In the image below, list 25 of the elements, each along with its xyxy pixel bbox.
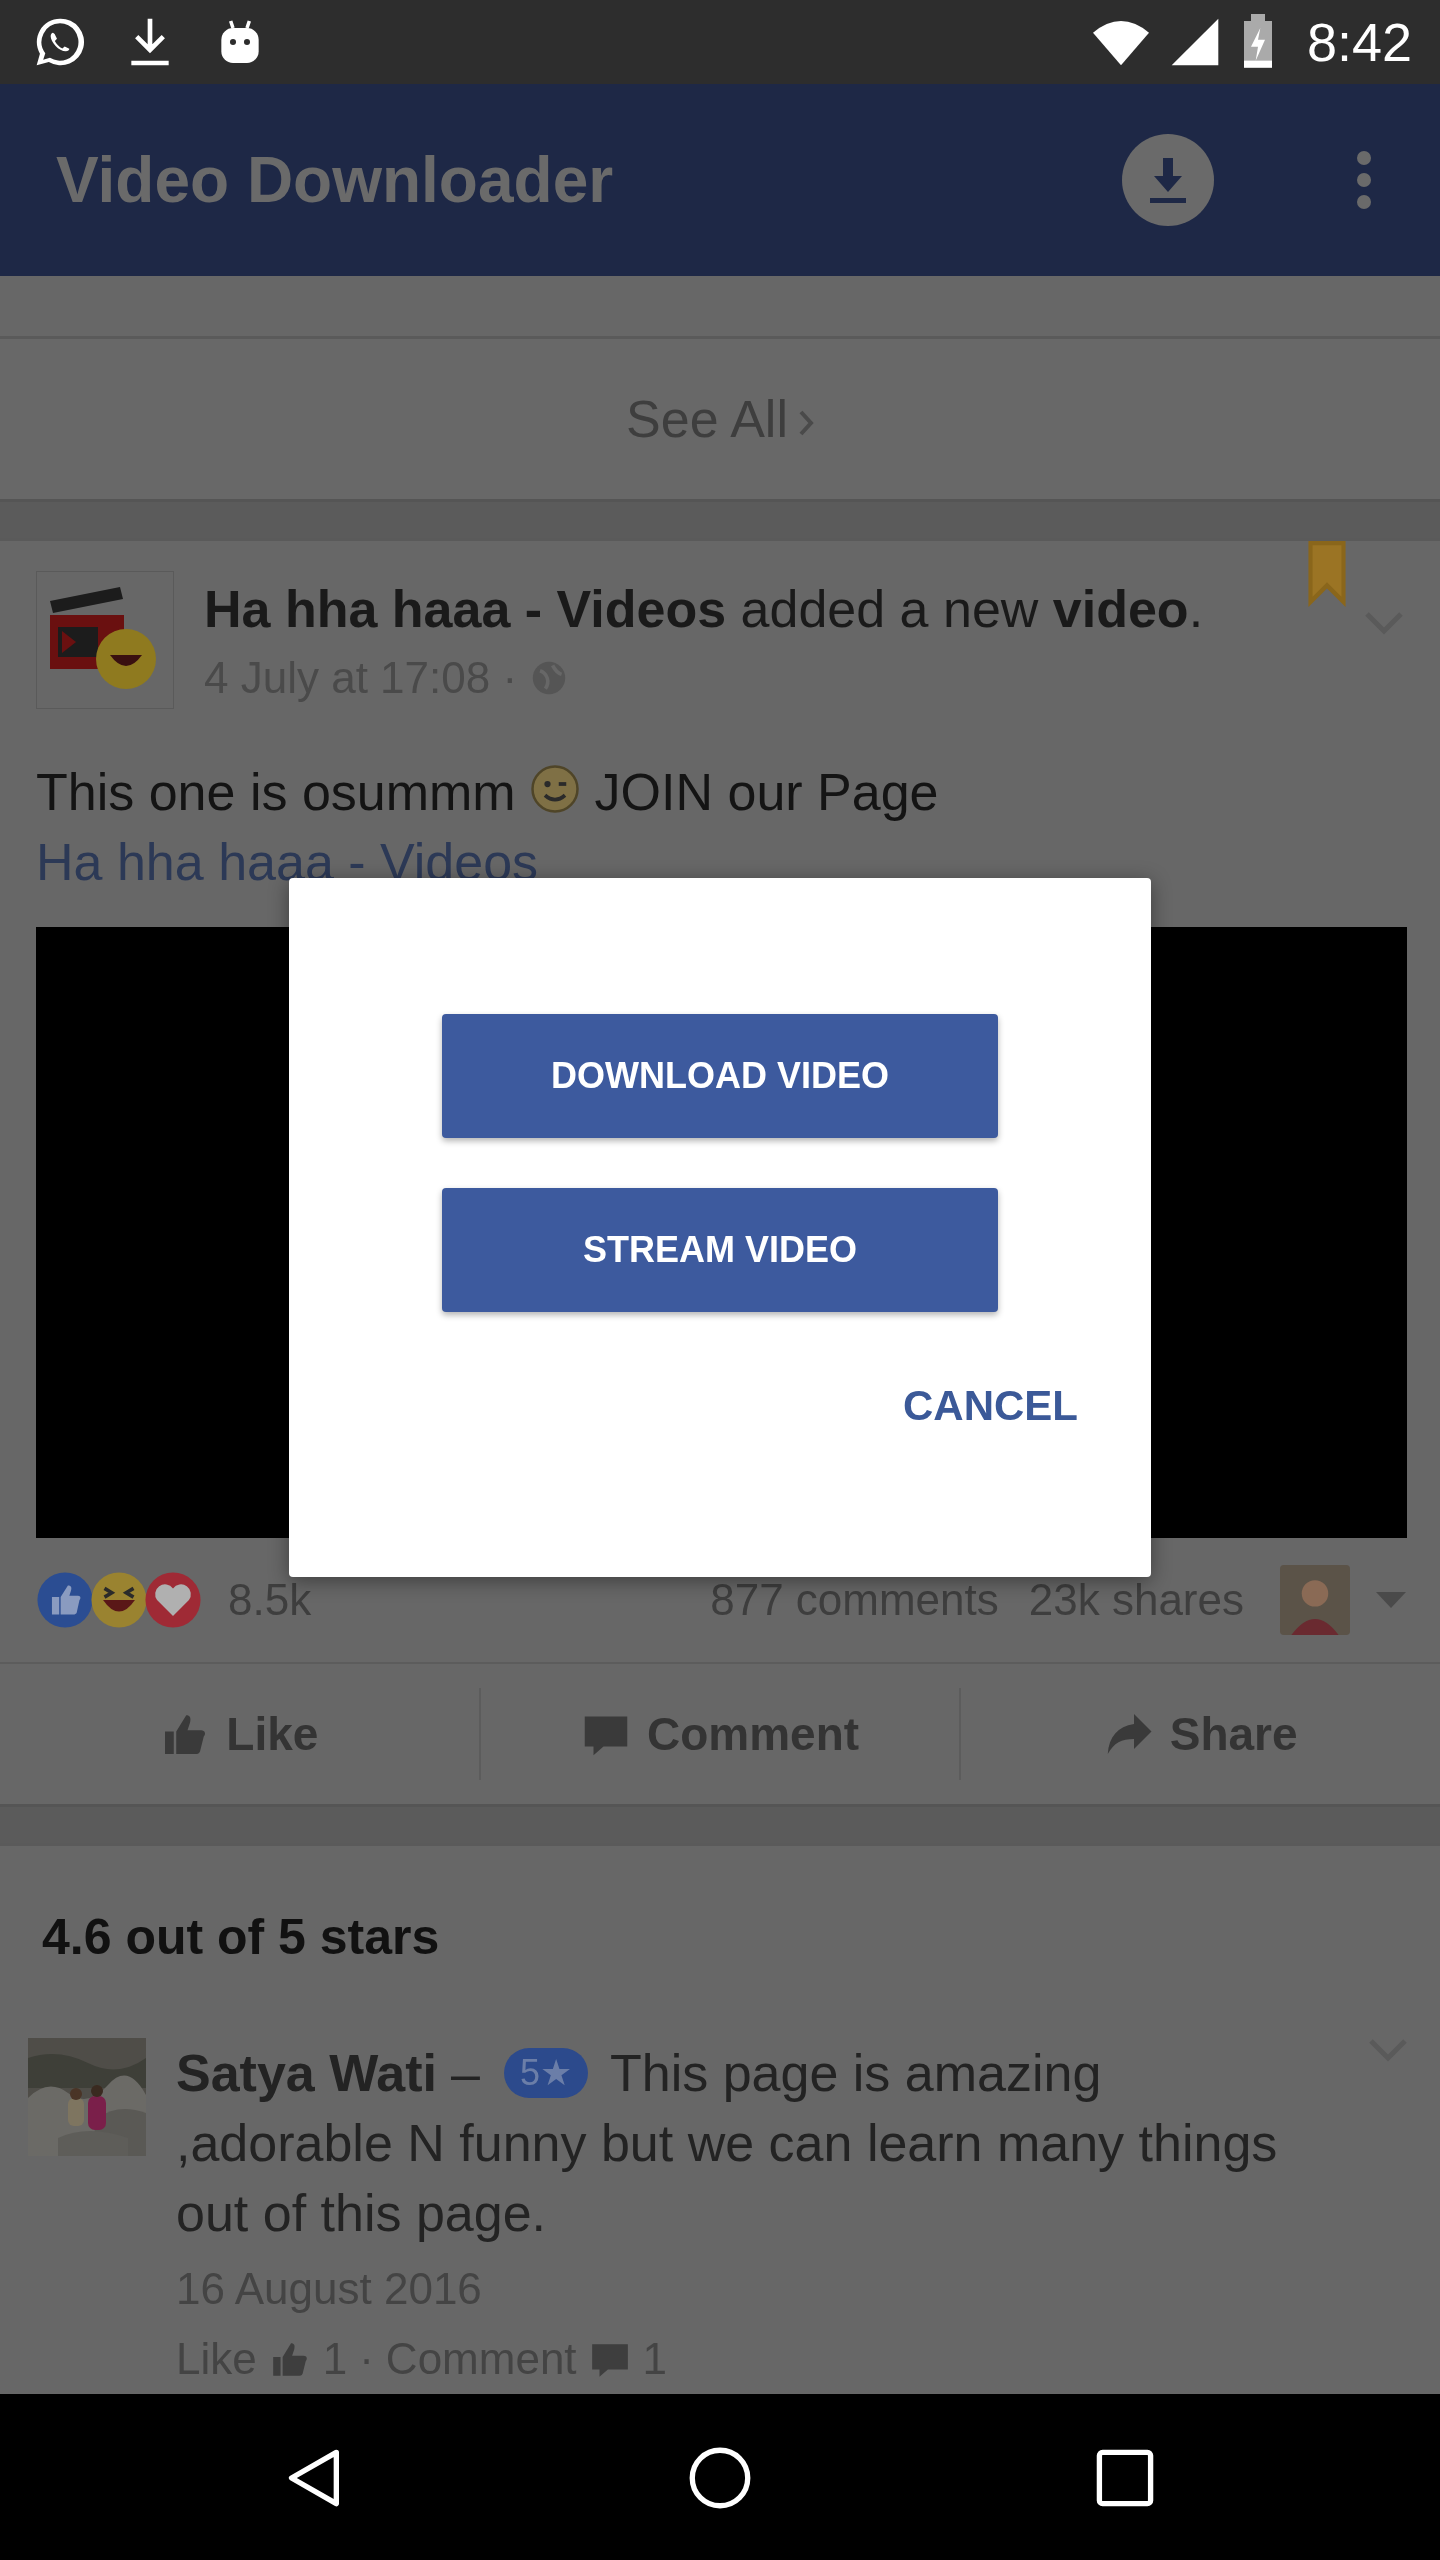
post-text: JOIN our Page <box>594 763 939 821</box>
reviewer-name[interactable]: Satya Wati <box>176 2038 438 2108</box>
dot-separator: · <box>359 2333 374 2385</box>
dialog-button[interactable]: DOWNLOAD VIDEO <box>442 1014 998 1138</box>
more-options-icon[interactable] <box>1354 150 1374 210</box>
chevron-right-icon <box>797 409 814 437</box>
rating-badge: 5★ <box>503 2048 588 2098</box>
rating-summary: 4.6 out of 5 stars <box>42 1908 441 1966</box>
review-text: This page is amazing <box>610 2043 1102 2104</box>
review-text: ,adorable N funny but we can learn many things out of this page. <box>176 2113 1279 2244</box>
heart-reaction-icon <box>144 1571 202 1629</box>
dialog-button[interactable]: STREAM VIDEO <box>442 1188 998 1312</box>
dash-separator: – <box>451 2043 480 2104</box>
home-icon[interactable] <box>688 2446 752 2510</box>
download-button[interactable] <box>1122 134 1214 226</box>
smiley-icon <box>530 764 581 814</box>
post-headline: Ha hha haaa - Videos added a new video. <box>204 579 1204 639</box>
app-title: Video Downloader <box>56 143 614 217</box>
like-reaction-icon <box>36 1571 94 1629</box>
laughing-reaction-icon <box>90 1571 148 1629</box>
cancel-button[interactable]: CANCEL <box>903 1362 1078 1450</box>
clock: 8:42 <box>1306 11 1412 73</box>
avatar <box>1280 1565 1350 1635</box>
post-text: This one is osummm <box>36 763 516 821</box>
dropdown-arrow-icon[interactable] <box>1376 1592 1406 1608</box>
